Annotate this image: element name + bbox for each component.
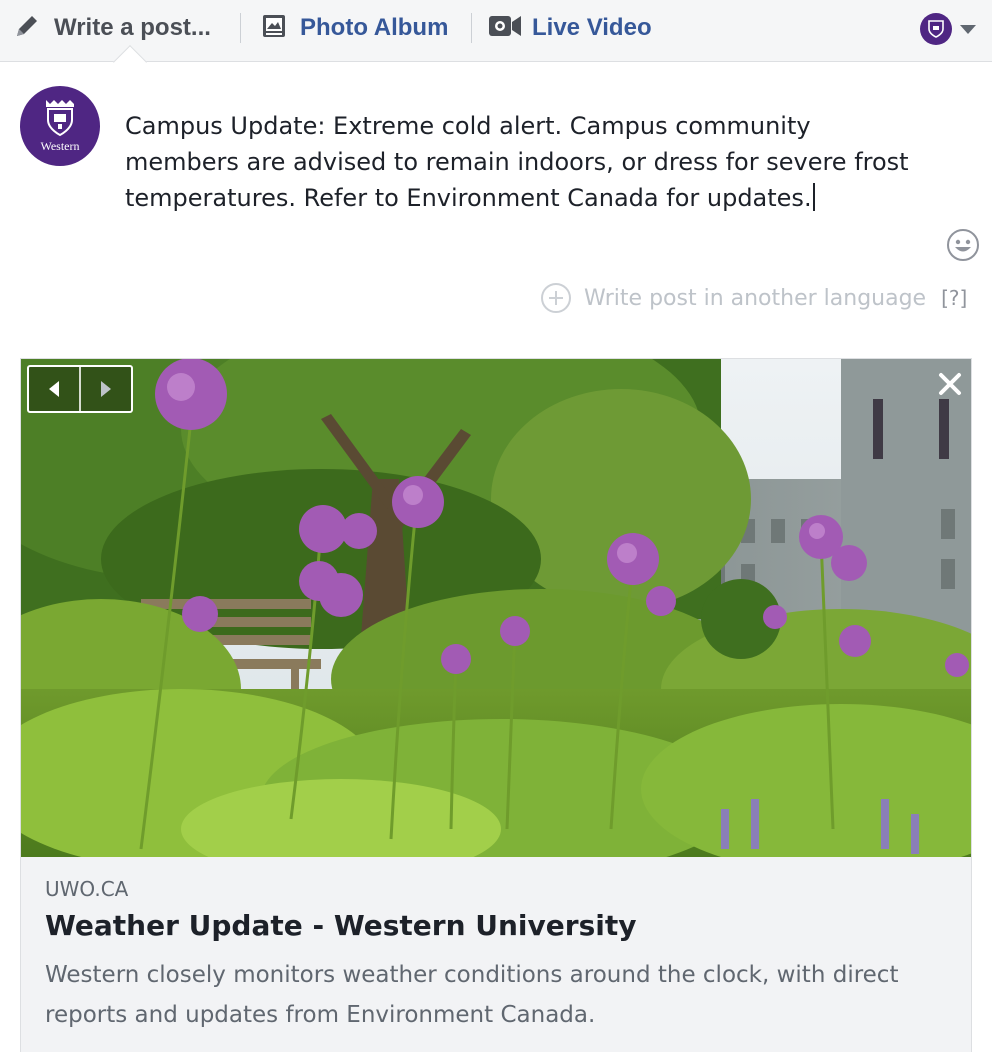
tab-photo-album[interactable]: Photo Album: [262, 10, 448, 46]
post-text-input[interactable]: Campus Update: Extreme cold alert. Campu…: [125, 108, 925, 216]
tab-divider: [240, 13, 241, 43]
page-avatar-label: Western: [40, 139, 80, 153]
next-image-button[interactable]: [81, 367, 131, 411]
other-language-row: Write post in another language [?]: [540, 282, 967, 314]
image-carousel-control: [27, 365, 133, 413]
link-description: Western closely monitors weather conditi…: [45, 962, 899, 1028]
tab-photo-album-label: Photo Album: [300, 14, 449, 41]
tab-write-post-label: Write a post...: [54, 14, 211, 41]
chevron-right-icon: [100, 381, 111, 397]
chevron-down-icon[interactable]: [960, 25, 976, 34]
preview-image: [21, 359, 971, 857]
tab-live-video[interactable]: Live Video: [488, 10, 652, 46]
write-in-another-language-link[interactable]: Write post in another language: [584, 286, 926, 311]
link-preview-card[interactable]: UWO.CA Weather Update - Western Universi…: [20, 358, 972, 1052]
composer-tab-bar: Write a post... Photo Album Live Video: [0, 0, 992, 62]
add-circle-icon[interactable]: [540, 282, 572, 314]
chevron-left-icon: [49, 381, 59, 397]
tab-live-video-label: Live Video: [532, 14, 652, 41]
link-title[interactable]: Weather Update - Western University: [45, 909, 945, 942]
emoji-icon[interactable]: [946, 228, 980, 262]
western-crest-icon: [928, 20, 944, 38]
acting-as-page-avatar[interactable]: [920, 13, 952, 45]
link-domain: UWO.CA: [45, 877, 129, 901]
tab-write-post[interactable]: Write a post...: [14, 10, 211, 46]
photo-album-icon: [262, 13, 288, 44]
tab-divider: [471, 13, 472, 43]
close-icon[interactable]: [937, 371, 963, 397]
video-camera-icon: [488, 13, 522, 44]
previous-image-button[interactable]: [29, 367, 79, 411]
pencil-icon: [14, 13, 40, 44]
language-help-link[interactable]: [?]: [941, 286, 967, 310]
post-text: Campus Update: Extreme cold alert. Campu…: [125, 112, 909, 212]
text-cursor: [812, 183, 815, 211]
page-avatar: Western: [20, 86, 100, 166]
western-crest-icon: [46, 100, 74, 137]
